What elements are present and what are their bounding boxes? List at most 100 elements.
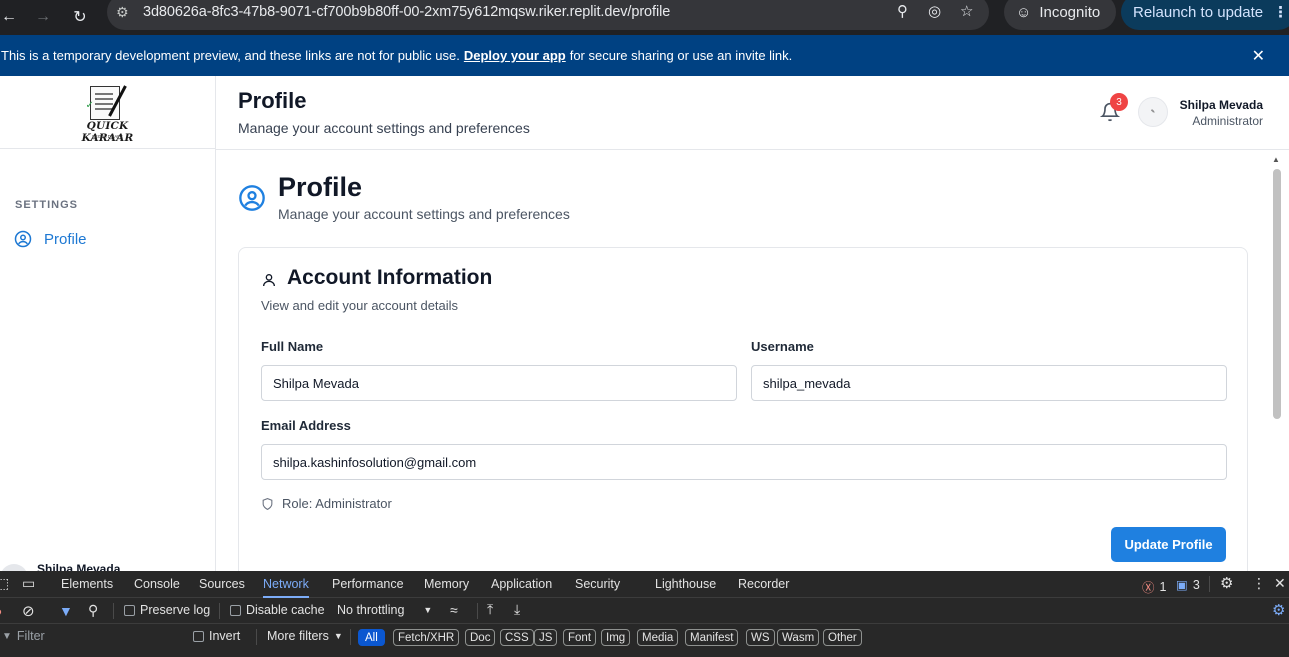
filter-chip-doc[interactable]: Doc (465, 629, 496, 646)
incognito-icon: ☺ (1016, 3, 1032, 21)
disable-cache-checkbox[interactable]: Disable cache (230, 603, 325, 617)
filter-chip-media[interactable]: Media (637, 629, 679, 646)
deploy-app-link[interactable]: Deploy your app (464, 48, 566, 63)
tab-lighthouse[interactable]: Lighthouse (655, 577, 716, 591)
logo-area: ✓ QUICK KARAAR LEGAL DRAFT (0, 76, 215, 149)
incognito-indicator[interactable]: ☺ Incognito (1004, 0, 1116, 30)
filter-bar: ▼ Filter Invert More filters ▼ All Fetch… (0, 624, 1289, 650)
page-title: Profile (278, 172, 363, 202)
divider (1209, 576, 1210, 592)
device-toggle-icon[interactable]: ▭ (22, 575, 35, 592)
card-title: Account Information (287, 266, 493, 289)
checkbox-box[interactable] (124, 604, 135, 616)
checkbox-box[interactable] (193, 630, 204, 642)
zoom-icon[interactable]: ⚲ (897, 2, 908, 20)
scroll-up-arrow-icon[interactable]: ▲ (1272, 155, 1280, 164)
filter-chip-ws[interactable]: WS (746, 629, 775, 646)
email-field[interactable] (261, 444, 1227, 480)
scrollbar-thumb[interactable] (1273, 169, 1281, 419)
inspect-element-icon[interactable]: ⬚ (0, 575, 9, 592)
filter-placeholder: Filter (16, 629, 45, 643)
tab-security[interactable]: Security (575, 577, 620, 591)
main-content: Profile Manage your account settings and… (216, 150, 1289, 571)
chevron-down-icon: ▼ (333, 631, 343, 641)
app-logo[interactable]: ✓ QUICK KARAAR LEGAL DRAFT (68, 84, 148, 144)
incognito-label: Incognito (1039, 3, 1101, 21)
invert-checkbox[interactable]: Invert (193, 629, 240, 643)
more-filters-dropdown[interactable]: More filters ▼ (267, 629, 343, 643)
export-har-icon[interactable]: ⤓ (514, 601, 520, 618)
divider (350, 629, 351, 645)
kebab-menu-icon[interactable]: ⋮ (1273, 3, 1288, 21)
header-user-name[interactable]: Shilpa Mevada (1180, 98, 1263, 112)
network-conditions-icon[interactable]: ≈ (450, 602, 458, 618)
role-info: Role: Administrator (261, 496, 392, 511)
message-counter[interactable]: ▣ 3 (1176, 577, 1200, 593)
full-name-field[interactable] (261, 365, 737, 401)
relaunch-button[interactable]: Relaunch to update ⋮ (1121, 0, 1289, 30)
filter-chip-img[interactable]: Img (601, 629, 631, 646)
eye-off-icon[interactable]: ◎ (928, 2, 941, 20)
network-toolbar: ● ⊘ ▼ ⚲ Preserve log Disable cache No th… (0, 598, 1289, 624)
header-title: Profile (238, 88, 307, 113)
filter-chip-font[interactable]: Font (563, 629, 597, 646)
filter-chip-other[interactable]: Other (823, 629, 862, 646)
record-icon[interactable]: ● (0, 603, 2, 619)
filter-chip-all[interactable]: All (358, 629, 385, 646)
close-devtools-icon[interactable]: ✕ (1274, 575, 1286, 592)
divider (256, 629, 257, 645)
sidebar-item-profile[interactable]: Profile (14, 230, 87, 248)
error-icon: Ⓧ (1142, 581, 1155, 595)
tab-console[interactable]: Console (134, 577, 180, 591)
user-avatar[interactable]: ✎ (1138, 97, 1168, 127)
address-bar[interactable]: ⚙ 3d80626a-8fc3-47b8-9071-cf700b9b80ff-0… (107, 0, 989, 30)
shield-icon (262, 497, 273, 510)
tab-network[interactable]: Network (263, 577, 309, 598)
checkbox-box[interactable] (230, 604, 241, 616)
tab-elements[interactable]: Elements (61, 577, 113, 591)
filter-icon[interactable]: ▼ (59, 603, 73, 619)
tab-application[interactable]: Application (491, 577, 552, 591)
full-name-label: Full Name (261, 339, 324, 354)
search-icon[interactable]: ⚲ (88, 602, 98, 619)
back-icon[interactable]: ← (0, 4, 22, 30)
tab-performance[interactable]: Performance (332, 577, 404, 591)
tab-memory[interactable]: Memory (424, 577, 469, 591)
disable-cache-label: Disable cache (246, 603, 325, 617)
header-user-role: Administrator (1192, 114, 1263, 128)
site-info-icon[interactable]: ⚙ (116, 4, 129, 21)
devtools-menu-icon[interactable]: ⋮ (1252, 575, 1266, 592)
preserve-log-checkbox[interactable]: Preserve log (124, 603, 210, 617)
role-text: Role: Administrator (282, 496, 392, 511)
tab-recorder[interactable]: Recorder (738, 577, 789, 591)
more-filters-label: More filters (267, 629, 329, 643)
bookmark-star-icon[interactable]: ☆ (960, 2, 973, 20)
tab-sources[interactable]: Sources (199, 577, 245, 591)
username-field[interactable] (751, 365, 1227, 401)
import-har-icon[interactable]: ⤒ (487, 601, 493, 618)
filter-chip-fetch-xhr[interactable]: Fetch/XHR (393, 629, 460, 646)
settings-gear-icon[interactable]: ⚙ (1220, 574, 1233, 592)
clear-icon[interactable]: ⊘ (22, 602, 35, 620)
reload-icon[interactable]: ↻ (67, 4, 93, 30)
username-label: Username (751, 339, 814, 354)
relaunch-label: Relaunch to update (1133, 3, 1264, 21)
close-icon[interactable]: ✕ (1252, 46, 1265, 66)
filter-input[interactable]: ▼ Filter (2, 629, 45, 643)
url-text[interactable]: 3d80626a-8fc3-47b8-9071-cf700b9b80ff-00-… (143, 4, 670, 20)
user-circle-icon (239, 185, 265, 211)
filter-chip-manifest[interactable]: Manifest (685, 629, 739, 646)
devtools-panel: ⬚ ▭ Elements Console Sources Network Per… (0, 571, 1289, 657)
filter-chip-wasm[interactable]: Wasm (777, 629, 820, 646)
filter-chip-css[interactable]: CSS (500, 629, 534, 646)
message-count: 3 (1192, 577, 1200, 592)
forward-icon[interactable]: → (30, 4, 56, 30)
throttling-select[interactable]: No throttling ▼ (337, 603, 432, 617)
network-settings-icon[interactable]: ⚙ (1272, 601, 1285, 619)
error-counter[interactable]: Ⓧ 1 (1142, 577, 1166, 596)
banner-text-before: This is a temporary development preview,… (1, 48, 460, 63)
filter-chip-js[interactable]: JS (534, 629, 558, 646)
update-profile-button[interactable]: Update Profile (1111, 527, 1226, 562)
user-icon (263, 274, 275, 287)
card-subtitle: View and edit your account details (261, 298, 459, 313)
